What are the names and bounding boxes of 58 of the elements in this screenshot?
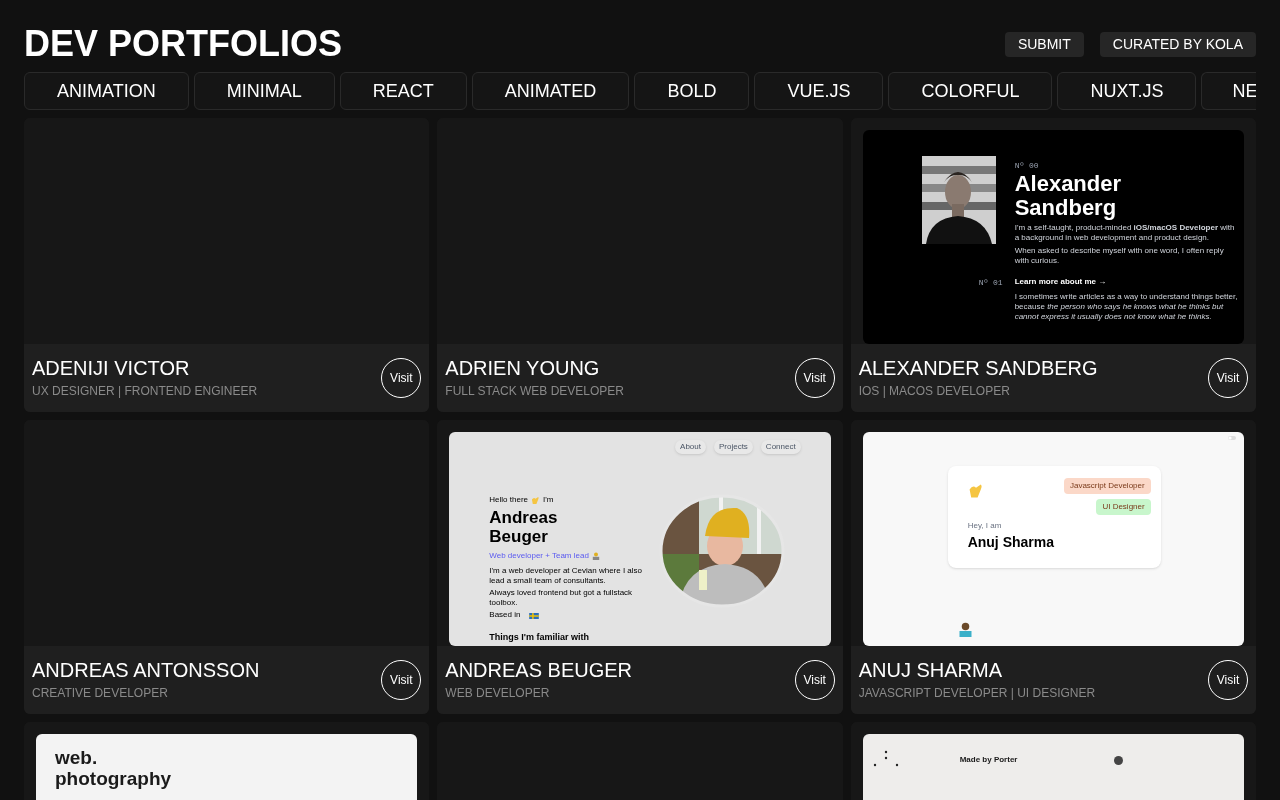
waving-hand-icon	[967, 483, 984, 499]
site-title: DEV PORTFOLIOS	[24, 22, 343, 66]
developer-role: WEB DEVELOPER	[445, 685, 551, 702]
category-tab[interactable]: ANIMATION	[24, 72, 189, 110]
portfolio-name: Andreas	[489, 508, 558, 527]
learn-more-link[interactable]: Learn more about me →	[1014, 276, 1107, 288]
laptop-person-icon	[591, 552, 600, 560]
nav-link[interactable]: Projects	[713, 440, 753, 454]
intro-text: When asked to describe myself with one word, I often reply with curious.	[1014, 246, 1225, 266]
developer-role: IOS | MACOS DEVELOPER	[858, 383, 1011, 400]
portfolio-name: web.	[55, 747, 99, 768]
greeting-text: Hello there	[489, 494, 528, 506]
nav-link[interactable]: Connect	[760, 440, 801, 454]
intro-text: I'm a self-taught, product-minded iOS/macOS Developer with a background in web development and product design.	[1014, 223, 1236, 243]
header-button[interactable]: SUBMIT	[1004, 31, 1084, 57]
intro-text: Always loved frontend but got a fullstack toolbox.	[489, 588, 634, 608]
developer-role: UX DESIGNER | FRONTEND ENGINEER	[32, 383, 258, 400]
section-number: Nº 00	[1014, 160, 1039, 172]
developer-name: ANDREAS BEUGER	[445, 658, 633, 682]
category-tab[interactable]: VUE.JS	[754, 72, 884, 110]
category-tab[interactable]: NUXT.JS	[1057, 72, 1197, 110]
developer-name: ANUJ SHARMA	[858, 658, 1003, 682]
portfolio-name: Alexander	[1014, 172, 1122, 196]
category-tab[interactable]: REACT	[339, 72, 467, 110]
flag-icon	[529, 613, 540, 619]
header-button[interactable]: CURATED BY KOLA	[1099, 31, 1256, 57]
category-tab[interactable]: NE	[1201, 72, 1256, 110]
category-tab[interactable]: COLORFUL	[888, 72, 1053, 110]
credit-text: Made by Porter	[959, 754, 1018, 766]
portfolio-name: Beuger	[489, 527, 549, 546]
intro-text: Based in	[489, 610, 521, 620]
developer-role: FULL STACK WEB DEVELOPER	[445, 383, 625, 400]
developer-name: ADENIJI VICTOR	[32, 356, 191, 380]
article-text: I sometimes write articles as a way to understand things better, because the person who says he knows what he thinks but cannot express it usually does not know what he thinks.	[1014, 292, 1239, 322]
nav-link[interactable]: About	[675, 440, 706, 454]
dots-logo-icon	[872, 750, 899, 768]
laptop-person-icon	[957, 622, 973, 637]
portfolio-name: photography	[55, 768, 172, 789]
skill-tag: UI Designer	[1096, 499, 1151, 515]
developer-role: CREATIVE DEVELOPER	[32, 685, 169, 702]
developer-name: ALEXANDER SANDBERG	[858, 356, 1098, 380]
portfolio-name: Anuj Sharma	[967, 533, 1054, 552]
developer-role: JAVASCRIPT DEVELOPER | UI DESIGNER	[858, 685, 1096, 702]
greeting-text: I'm	[543, 494, 554, 506]
tagline: Web developer + Team lead	[489, 550, 589, 562]
category-tab[interactable]: ANIMATED	[471, 72, 630, 110]
section-heading: Things I'm familiar with	[489, 632, 589, 643]
skill-tag: Javascript Developer	[1063, 478, 1151, 494]
developer-name: ADRIEN YOUNG	[445, 356, 601, 380]
category-tab[interactable]: MINIMAL	[193, 72, 335, 110]
developer-name: ANDREAS ANTONSSON	[32, 658, 260, 682]
dot-icon	[1113, 756, 1123, 765]
waving-hand-icon	[531, 495, 540, 505]
category-tab[interactable]: BOLD	[634, 72, 750, 110]
greeting-text: Hey, I am	[967, 520, 1002, 532]
section-number: Nº 01	[978, 277, 1003, 289]
portfolio-name: Sandberg	[1014, 196, 1118, 220]
intro-text: I'm a web developer at Cevian where I also lead a small team of consultants.	[489, 566, 644, 586]
